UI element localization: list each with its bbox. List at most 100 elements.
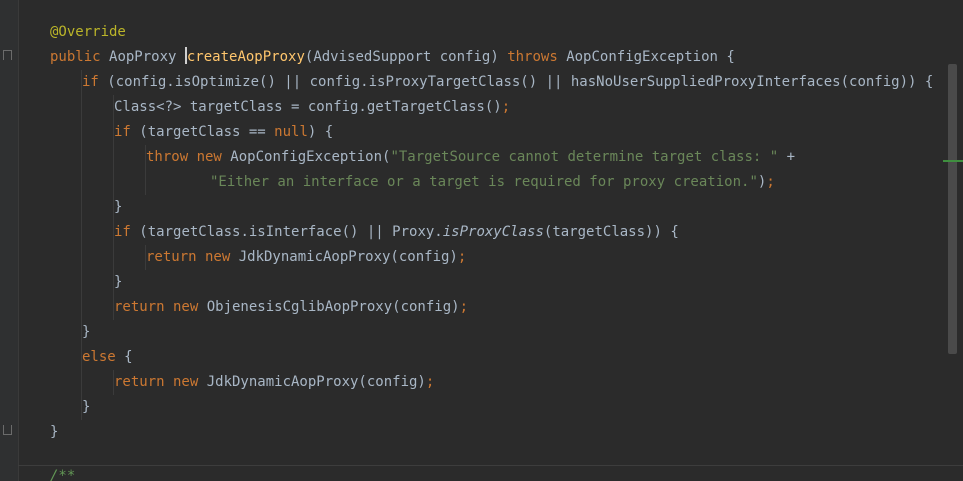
code-token: ) { [307, 124, 334, 140]
code-token: AopConfigException( [230, 149, 391, 165]
code-token: } [50, 424, 59, 440]
indent-guide [81, 95, 82, 120]
change-marker [943, 160, 963, 162]
code-line[interactable]: } [50, 195, 933, 220]
code-token: "TargetSource cannot determine target cl… [390, 149, 779, 165]
code-line-content: } [82, 324, 90, 340]
editor-gutter [0, 0, 19, 481]
code-token: (config.isOptimize() || config.isProxyTa… [107, 74, 934, 90]
code-line[interactable]: throw new AopConfigException("TargetSour… [50, 145, 933, 170]
code-token: ; [501, 99, 511, 115]
fold-close-icon[interactable] [3, 425, 12, 435]
code-line[interactable]: public AopProxy createAopProxy(AdvisedSu… [50, 45, 933, 70]
code-token: return new [146, 249, 239, 265]
indent-guide [81, 195, 82, 220]
trailing-comment: /** [50, 468, 76, 481]
indent-guide [113, 95, 114, 120]
code-token: return new [114, 374, 207, 390]
code-line[interactable]: "Either an interface or a target is requ… [50, 170, 933, 195]
indent-guide [81, 320, 82, 345]
code-token: if [82, 74, 108, 90]
code-line-content: @Override [50, 24, 126, 40]
code-line-content: } [50, 424, 58, 440]
code-line[interactable]: if (targetClass.isInterface() || Proxy.i… [50, 220, 933, 245]
code-token: (targetClass)) { [543, 224, 679, 240]
code-line-content: } [82, 399, 90, 415]
code-token: JdkDynamicAopProxy(config) [206, 374, 426, 390]
code-token: ; [766, 174, 775, 190]
code-token: Class<?> targetClass = config.getTargetC… [114, 99, 502, 115]
code-token: } [82, 324, 91, 340]
code-token: AopConfigException { [566, 49, 735, 65]
code-token: throw new [146, 149, 231, 165]
code-line-content: if (targetClass.isInterface() || Proxy.i… [114, 224, 679, 240]
code-token: else [82, 349, 125, 365]
code-token: JdkDynamicAopProxy(config) [238, 249, 458, 265]
code-token: if [114, 124, 140, 140]
method-separator [18, 465, 963, 466]
indent-guide [81, 220, 82, 245]
code-token: } [114, 274, 123, 290]
code-token: if [114, 224, 140, 240]
code-line-content: Class<?> targetClass = config.getTargetC… [114, 99, 510, 115]
code-token: (AdvisedSupport config) [304, 49, 508, 65]
code-line[interactable]: else { [50, 345, 933, 370]
code-line[interactable]: } [50, 270, 933, 295]
indent-guide [113, 145, 114, 170]
vertical-scrollbar[interactable] [948, 64, 957, 354]
indent-guide [113, 195, 114, 220]
code-line-content: return new JdkDynamicAopProxy(config); [146, 249, 466, 265]
indent-guide [81, 370, 82, 395]
code-token: "Either an interface or a target is requ… [210, 174, 758, 190]
code-line[interactable]: } [50, 320, 933, 345]
code-token: + [778, 149, 796, 165]
code-token: throws [507, 49, 567, 65]
code-token: { [124, 349, 133, 365]
code-line[interactable]: } [50, 420, 933, 445]
indent-guide [145, 245, 146, 270]
indent-guide [81, 270, 82, 295]
code-token: } [114, 199, 123, 215]
code-token: isProxyClass [442, 224, 544, 240]
code-token: public [50, 49, 110, 65]
code-line[interactable]: return new ObjenesisCglibAopProxy(config… [50, 295, 933, 320]
code-line-content: if (config.isOptimize() || config.isProx… [82, 74, 933, 90]
indent-guide [113, 220, 114, 245]
indent-guide [81, 345, 82, 370]
code-line[interactable]: return new JdkDynamicAopProxy(config); [50, 370, 933, 395]
indent-guide [113, 170, 114, 195]
code-line-content: public AopProxy createAopProxy(AdvisedSu… [50, 47, 735, 65]
code-line[interactable]: if (targetClass == null) { [50, 120, 933, 145]
indent-guide [81, 120, 82, 145]
code-line-content: else { [82, 349, 133, 365]
code-token: @Override [50, 24, 126, 40]
code-area[interactable]: @Override public AopProxy createAopProxy(… [50, 20, 933, 445]
fold-open-icon[interactable] [3, 50, 12, 60]
indent-guide [113, 120, 114, 145]
indent-guide [113, 295, 114, 320]
code-line[interactable]: if (config.isOptimize() || config.isProx… [50, 70, 933, 95]
indent-guide [113, 370, 114, 395]
indent-guide [81, 170, 82, 195]
code-token: ObjenesisCglibAopProxy(config) [206, 299, 460, 315]
code-token: } [82, 399, 91, 415]
code-line-content: throw new AopConfigException("TargetSour… [146, 149, 795, 165]
code-line[interactable]: Class<?> targetClass = config.getTargetC… [50, 95, 933, 120]
indent-guide [81, 295, 82, 320]
code-line-content: } [114, 274, 122, 290]
code-line[interactable]: @Override [50, 20, 933, 45]
code-token: return new [114, 299, 207, 315]
code-token: null [274, 124, 308, 140]
code-token: ; [425, 374, 435, 390]
code-token: ; [457, 249, 467, 265]
code-token: ; [459, 299, 469, 315]
code-token: createAopProxy [186, 49, 305, 65]
code-line[interactable]: return new JdkDynamicAopProxy(config); [50, 245, 933, 270]
indent-guide [81, 395, 82, 420]
indent-guide [81, 145, 82, 170]
indent-guide [81, 245, 82, 270]
code-token: (targetClass.isInterface() || Proxy. [139, 224, 443, 240]
code-line-content: "Either an interface or a target is requ… [210, 174, 775, 190]
code-line[interactable]: } [50, 395, 933, 420]
indent-guide [113, 270, 114, 295]
